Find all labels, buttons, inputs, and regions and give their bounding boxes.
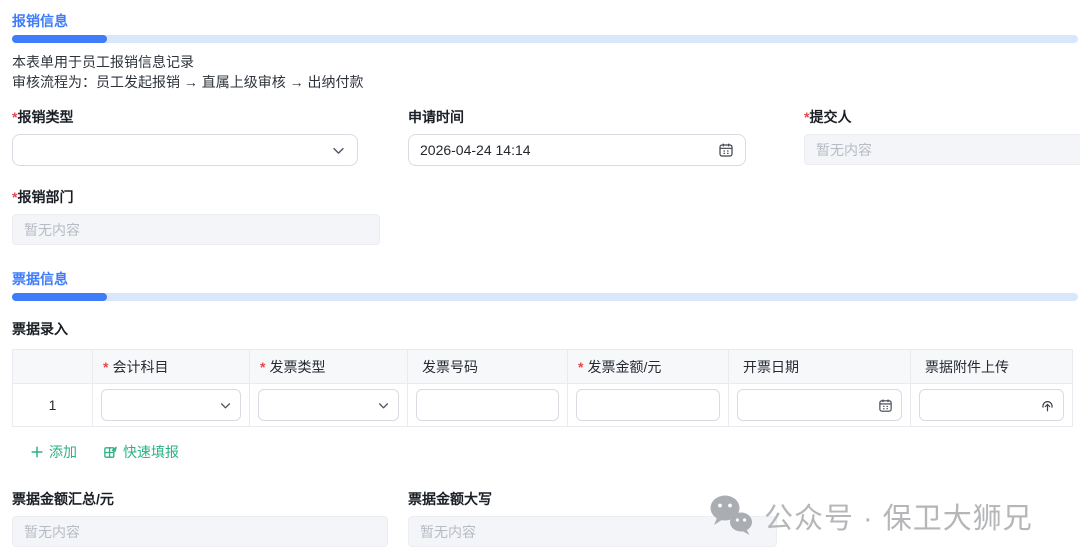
calendar-icon [878, 398, 893, 413]
table-actions: 添加 快速填报 [12, 442, 1080, 462]
plus-icon [30, 445, 44, 459]
chevron-down-icon [331, 143, 346, 158]
quick-fill-label: 快速填报 [123, 442, 179, 462]
col-header-invoice-number: 发票号码 [408, 350, 568, 384]
invoice-number-input[interactable] [416, 389, 559, 421]
amount-caps-label: 票据金额大写 [408, 491, 777, 507]
form-description: 本表单用于员工报销信息记录 审核流程为：员工发起报销 → 直属上级审核 → 出纳… [12, 52, 1080, 92]
department-input: 暂无内容 [12, 214, 380, 245]
add-row-label: 添加 [49, 442, 77, 462]
table-row: 1 [13, 384, 1073, 427]
field-apply-time: 申请时间 2026-04-24 14:14 [408, 109, 754, 166]
field-reimburse-type: *报销类型 [12, 109, 358, 166]
invoice-entry-title: 票据录入 [12, 321, 1080, 337]
col-header-account-subject: *会计科目 [93, 350, 250, 384]
department-label: *报销部门 [12, 189, 1080, 205]
form-description-line2: 审核流程为：员工发起报销 → 直属上级审核 → 出纳付款 [12, 72, 1080, 92]
field-amount-caps: 票据金额大写 暂无内容 [408, 491, 777, 547]
submitter-input: 暂无内容 [804, 134, 1080, 165]
apply-time-input[interactable]: 2026-04-24 14:14 [408, 134, 746, 166]
form-description-line1: 本表单用于员工报销信息记录 [12, 52, 1080, 72]
amount-total-placeholder: 暂无内容 [24, 522, 376, 542]
section-progress-track-2 [12, 293, 1078, 301]
col-header-invoice-type: *发票类型 [250, 350, 408, 384]
amount-total-input: 暂无内容 [12, 516, 388, 547]
invoice-entry-table: *会计科目 *发票类型 发票号码 *发票金额/元 开票日期 票据附件上传 1 [12, 349, 1073, 427]
amount-total-label: 票据金额汇总/元 [12, 491, 388, 507]
table-header-row: *会计科目 *发票类型 发票号码 *发票金额/元 开票日期 票据附件上传 [13, 350, 1073, 384]
field-amount-total: 票据金额汇总/元 暂无内容 [12, 491, 388, 547]
field-submitter: *提交人 暂无内容 [804, 109, 1080, 166]
col-header-attachment-upload: 票据附件上传 [911, 350, 1073, 384]
chevron-down-icon [219, 399, 232, 412]
section-title-reimburse-info: 报销信息 [12, 12, 1080, 30]
amount-caps-placeholder: 暂无内容 [420, 522, 765, 542]
col-header-invoice-amount: *发票金额/元 [568, 350, 729, 384]
form-row-2: *报销部门 暂无内容 [12, 189, 1080, 245]
attachment-upload-input[interactable] [919, 389, 1064, 421]
quick-fill-button[interactable]: 快速填报 [103, 442, 179, 462]
upload-icon [1040, 398, 1055, 413]
form-row-1: *报销类型 申请时间 2026-04-24 14:14 *提交人 暂无内容 [12, 109, 1080, 166]
section-title-invoice-info: 票据信息 [12, 270, 1080, 288]
section-progress-fill-2 [12, 293, 107, 301]
summary-row: 票据金额汇总/元 暂无内容 票据金额大写 暂无内容 [12, 491, 1080, 547]
reimbursement-form-page: 报销信息 本表单用于员工报销信息记录 审核流程为：员工发起报销 → 直属上级审核… [0, 0, 1080, 560]
section-invoice-info: 票据信息 [12, 270, 1080, 301]
invoice-amount-input[interactable] [576, 389, 720, 421]
apply-time-label: 申请时间 [408, 109, 754, 125]
reimburse-type-label: *报销类型 [12, 109, 358, 125]
row-index: 1 [13, 384, 93, 427]
submitter-label: *提交人 [804, 109, 1080, 125]
quick-fill-icon [103, 445, 118, 460]
add-row-button[interactable]: 添加 [30, 442, 77, 462]
reimburse-type-select[interactable] [12, 134, 358, 166]
section-progress-fill [12, 35, 107, 43]
apply-time-value: 2026-04-24 14:14 [420, 142, 718, 158]
col-header-index [13, 350, 93, 384]
calendar-icon [718, 142, 734, 158]
account-subject-select[interactable] [101, 389, 241, 421]
section-progress-track [12, 35, 1078, 43]
invoice-type-select[interactable] [258, 389, 399, 421]
col-header-invoice-date: 开票日期 [729, 350, 911, 384]
invoice-date-input[interactable] [737, 389, 902, 421]
department-placeholder: 暂无内容 [24, 220, 368, 240]
amount-caps-input: 暂无内容 [408, 516, 777, 547]
submitter-placeholder: 暂无内容 [816, 140, 1080, 160]
chevron-down-icon [377, 399, 390, 412]
